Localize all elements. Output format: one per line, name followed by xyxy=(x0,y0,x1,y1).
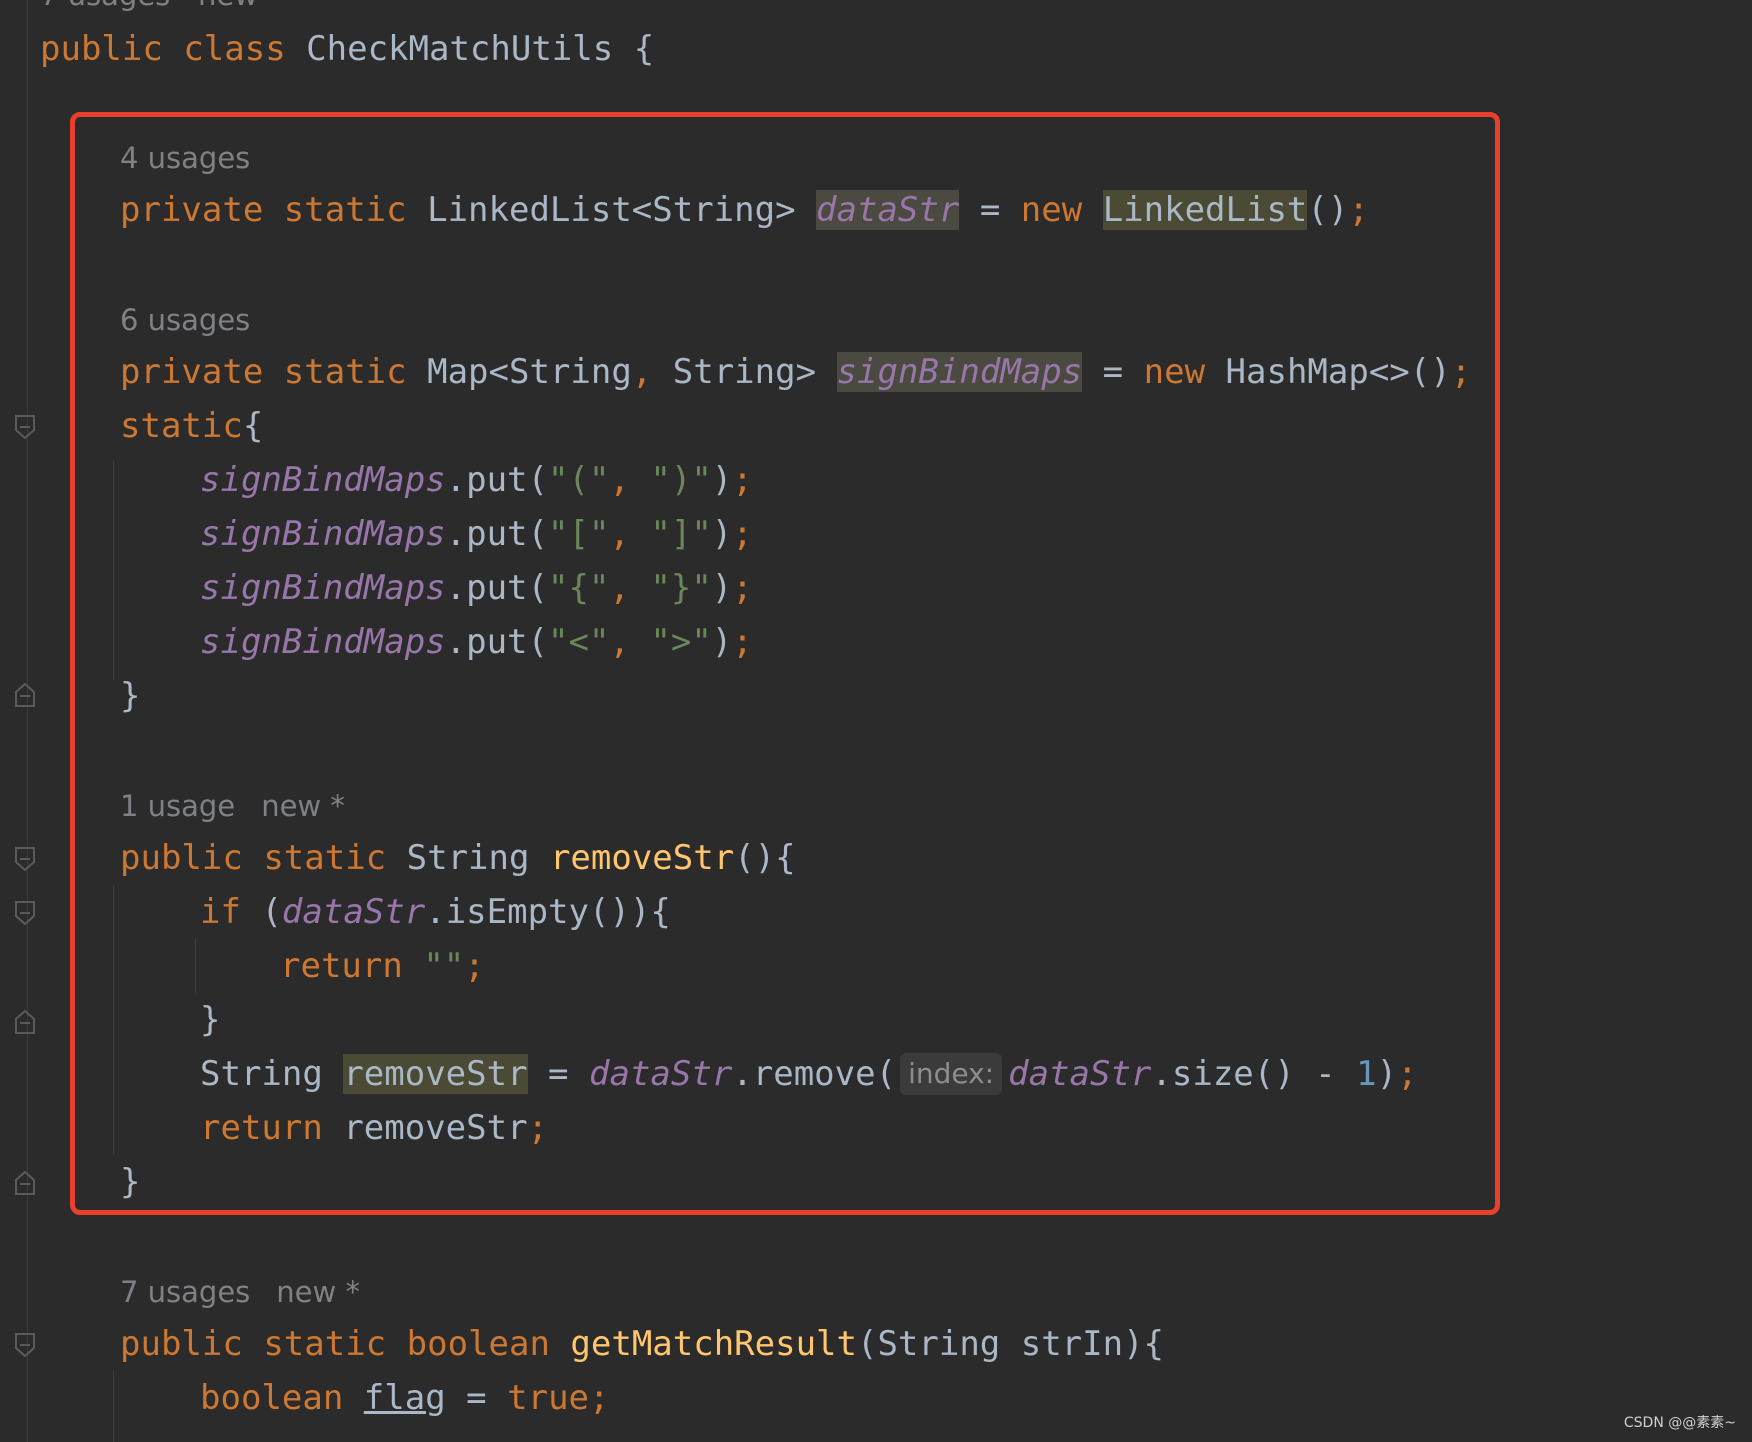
author-hint[interactable]: new * xyxy=(276,1275,360,1309)
brace: { xyxy=(633,29,655,69)
keyword: static xyxy=(263,1324,387,1364)
indent-guide xyxy=(113,1370,114,1442)
operator: = xyxy=(466,1378,487,1418)
code-line-flag[interactable]: boolean flag = true; xyxy=(200,1375,610,1421)
fold-collapse-icon[interactable] xyxy=(14,846,36,874)
method-name[interactable]: getMatchResult xyxy=(570,1324,857,1364)
fold-end-icon[interactable] xyxy=(14,1168,36,1196)
keyword: boolean xyxy=(406,1324,550,1364)
keyword: public xyxy=(40,29,163,69)
editor-gutter xyxy=(0,0,28,1442)
fold-collapse-icon[interactable] xyxy=(14,900,36,928)
usage-count[interactable]: 7 usages xyxy=(120,1275,250,1309)
watermark: CSDN @@素素~ xyxy=(1623,1415,1736,1431)
keyword: true xyxy=(507,1378,590,1418)
semicolon: ; xyxy=(589,1378,610,1418)
fold-collapse-icon[interactable] xyxy=(14,1332,36,1360)
usage-hint[interactable]: 7 usages new * xyxy=(120,1272,360,1312)
usage-hint[interactable]: 7 usages new xyxy=(40,0,258,12)
code-line-method-getmatchresult[interactable]: public static boolean getMatchResult(Str… xyxy=(120,1321,1164,1367)
keyword: public xyxy=(120,1324,243,1364)
fold-collapse-icon[interactable] xyxy=(14,414,36,442)
fold-end-icon[interactable] xyxy=(14,680,36,708)
fold-end-icon[interactable] xyxy=(14,1007,36,1035)
parameter-list: (String strIn){ xyxy=(856,1324,1165,1364)
highlight-box xyxy=(70,112,1500,1215)
class-name: CheckMatchUtils xyxy=(306,29,614,69)
local-variable[interactable]: flag xyxy=(364,1378,446,1418)
code-line-class[interactable]: public class CheckMatchUtils { xyxy=(40,26,654,72)
keyword: boolean xyxy=(200,1378,344,1418)
keyword: class xyxy=(183,29,286,69)
